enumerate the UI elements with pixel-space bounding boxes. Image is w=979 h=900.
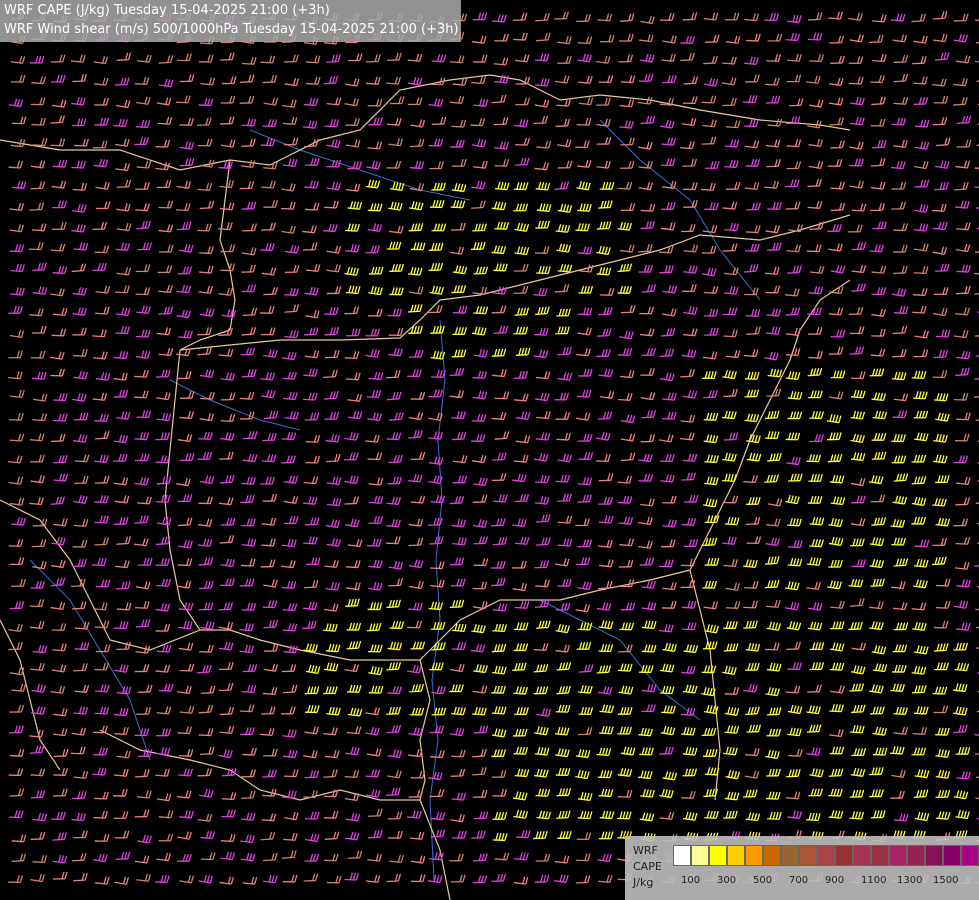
legend-tick-label: 100 [681, 875, 701, 886]
legend-swatch [871, 845, 889, 866]
legend-swatch [907, 845, 925, 866]
legend-tick-label: 500 [753, 875, 773, 886]
legend-unit: J/kg [633, 876, 654, 889]
legend-swatch [961, 845, 979, 866]
legend-swatch [853, 845, 871, 866]
legend-swatch [817, 845, 835, 866]
legend-tick-label: 700 [789, 875, 809, 886]
legend-swatch [709, 845, 727, 866]
legend-model: WRF [633, 844, 658, 857]
legend-swatch [943, 845, 961, 866]
legend-swatch [673, 845, 691, 866]
legend-variable: CAPE [633, 860, 662, 873]
legend-swatch [745, 845, 763, 866]
cape-legend: WRF CAPE J/kg 100 300 500 700 900 1100 1300 150… [625, 836, 979, 900]
legend-swatch [727, 845, 745, 866]
legend-tick-label: 900 [825, 875, 845, 886]
legend-tick-label: 300 [717, 875, 737, 886]
weather-map [0, 0, 979, 900]
title-panel: WRF CAPE (J/kg) Tuesday 15-04-2025 21:00… [0, 0, 461, 42]
map-background [0, 0, 979, 900]
legend-color-scale [673, 845, 979, 866]
legend-swatch [925, 845, 943, 866]
legend-tick-label: 1100 [861, 875, 887, 886]
legend-swatch [691, 845, 709, 866]
cape-title: WRF CAPE (J/kg) Tuesday 15-04-2025 21:00… [4, 3, 330, 18]
legend-swatch [763, 845, 781, 866]
legend-swatch [781, 845, 799, 866]
legend-swatch [799, 845, 817, 866]
wind-shear-title: WRF Wind shear (m/s) 500/1000hPa Tuesday… [4, 22, 459, 37]
legend-swatch [835, 845, 853, 866]
legend-tick-label: 1300 [897, 875, 923, 886]
legend-tick-label: 1500 [933, 875, 959, 886]
legend-swatch [889, 845, 907, 866]
